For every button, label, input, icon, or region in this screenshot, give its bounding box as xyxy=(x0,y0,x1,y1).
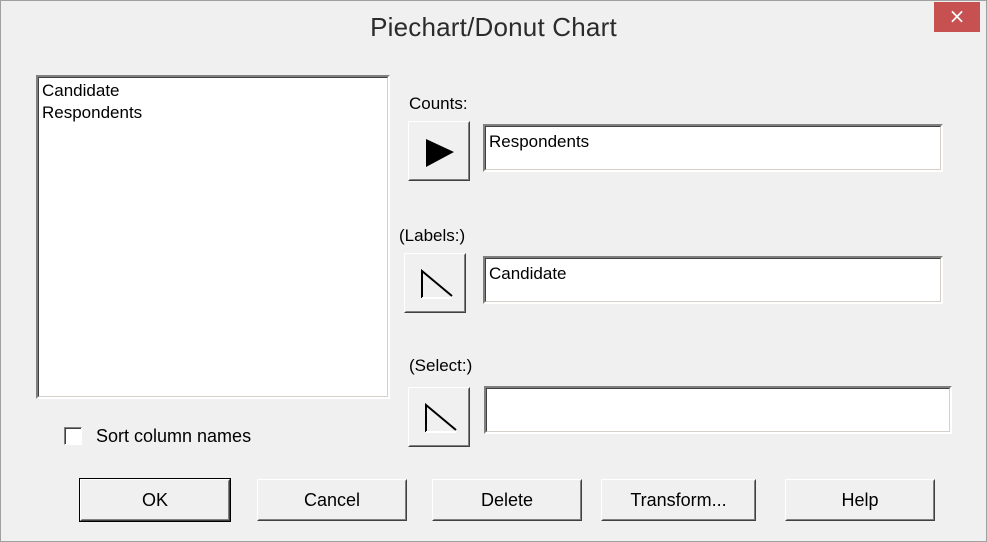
sort-column-names-checkbox[interactable] xyxy=(64,427,82,445)
cancel-button-label: Cancel xyxy=(303,490,361,510)
window-title: Piechart/Donut Chart xyxy=(370,12,617,42)
transform-button[interactable]: Transform... xyxy=(601,479,756,521)
help-button[interactable]: Help xyxy=(785,479,935,521)
counts-arrow-button[interactable] xyxy=(408,121,470,181)
list-item-candidate[interactable]: Candidate xyxy=(42,80,142,102)
close-icon: × xyxy=(948,4,966,28)
labels-arrow-button[interactable] xyxy=(404,253,466,313)
help-button-label: Help xyxy=(841,490,879,510)
play-outline-icon xyxy=(425,402,457,433)
select-arrow-button[interactable] xyxy=(408,387,470,447)
sort-column-names-label: Sort column names xyxy=(96,426,252,446)
select-field[interactable] xyxy=(484,386,952,434)
counts-value: Respondents xyxy=(489,132,590,151)
list-item-respondents[interactable]: Respondents xyxy=(42,102,142,124)
close-button[interactable]: × xyxy=(934,2,980,32)
delete-button[interactable]: Delete xyxy=(432,479,582,521)
ok-button-label: OK xyxy=(141,490,168,510)
title-bar[interactable]: Piechart/Donut Chart × xyxy=(1,1,986,59)
delete-button-label: Delete xyxy=(480,490,534,510)
play-outline-icon xyxy=(421,268,453,299)
play-filled-icon xyxy=(426,139,454,167)
cancel-button[interactable]: Cancel xyxy=(257,479,407,521)
ok-button[interactable]: OK xyxy=(79,478,231,522)
select-label: (Select:) xyxy=(409,356,473,375)
column-list[interactable]: Candidate Respondents xyxy=(36,75,390,399)
counts-field[interactable]: Respondents xyxy=(483,124,943,172)
labels-label: (Labels:) xyxy=(399,226,466,245)
transform-button-label: Transform... xyxy=(630,490,727,510)
counts-label: Counts: xyxy=(409,94,468,113)
labels-field[interactable]: Candidate xyxy=(483,256,943,304)
labels-value: Candidate xyxy=(489,264,567,283)
